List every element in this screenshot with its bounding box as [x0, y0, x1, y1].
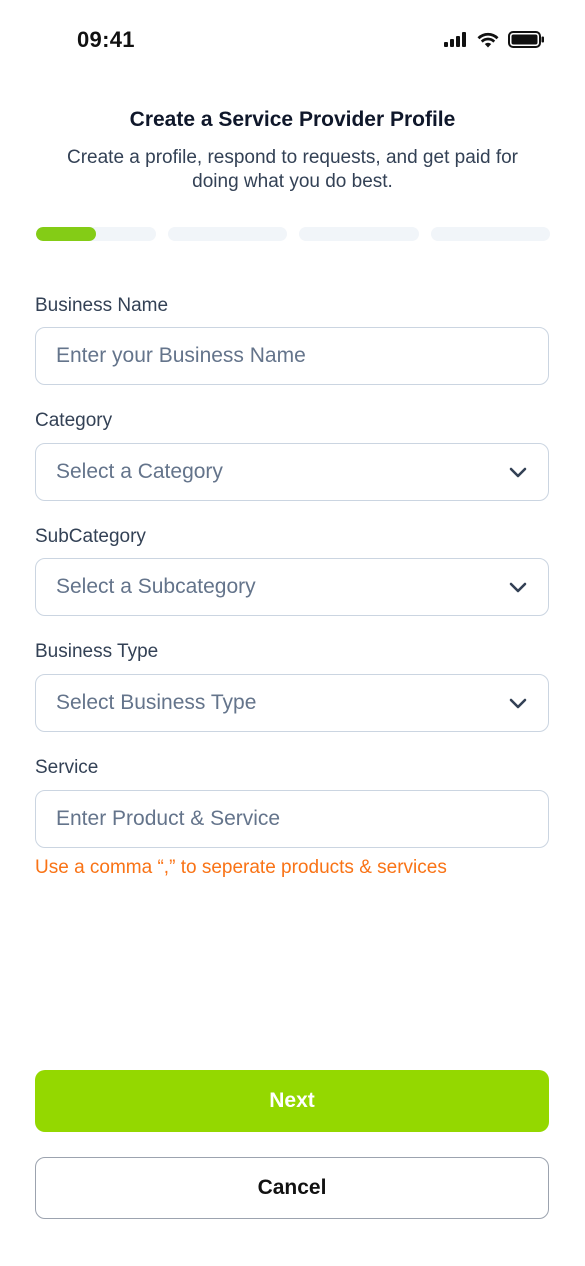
- page-subtitle: Create a profile, respond to requests, a…: [67, 147, 518, 192]
- chevron-down-icon: [508, 693, 528, 713]
- subcategory-select[interactable]: Select a Subcategory: [35, 558, 549, 616]
- progress-step-2: [167, 227, 287, 241]
- battery-icon: [508, 31, 545, 53]
- service-input[interactable]: [56, 807, 528, 831]
- next-button[interactable]: Next: [35, 1070, 549, 1132]
- page-header: Create a Service Provider Profile Create…: [0, 108, 585, 194]
- progress-step-fill: [36, 227, 96, 241]
- business-name-field[interactable]: [35, 327, 549, 385]
- status-bar: 09:41: [0, 0, 585, 80]
- progress-step-3: [299, 227, 419, 241]
- business-type-label: Business Type: [35, 641, 159, 662]
- page-title: Create a Service Provider Profile: [129, 108, 456, 131]
- business-type-select-value: Select Business Type: [56, 691, 257, 714]
- service-label: Service: [35, 757, 99, 778]
- wifi-icon: [477, 32, 499, 53]
- category-select[interactable]: Select a Category: [35, 443, 549, 501]
- service-hint: Use a comma “,” to seperate products & s…: [35, 857, 447, 878]
- chevron-down-icon: [508, 462, 528, 482]
- status-time: 09:41: [77, 27, 135, 52]
- chevron-down-icon: [508, 577, 528, 597]
- category-label: Category: [35, 410, 113, 431]
- progress-step-1: [36, 227, 156, 241]
- service-field[interactable]: [35, 790, 549, 848]
- category-select-value: Select a Category: [56, 460, 223, 483]
- subcategory-label: SubCategory: [35, 526, 146, 547]
- cancel-button[interactable]: Cancel: [35, 1157, 549, 1219]
- status-icons: [444, 31, 545, 53]
- cellular-signal-icon: [444, 32, 468, 52]
- business-type-select[interactable]: Select Business Type: [35, 674, 549, 732]
- subcategory-select-value: Select a Subcategory: [56, 575, 256, 598]
- progress-stepper: [36, 227, 550, 241]
- business-name-input[interactable]: [56, 344, 528, 368]
- business-name-label: Business Name: [35, 295, 169, 316]
- progress-step-4: [430, 227, 550, 241]
